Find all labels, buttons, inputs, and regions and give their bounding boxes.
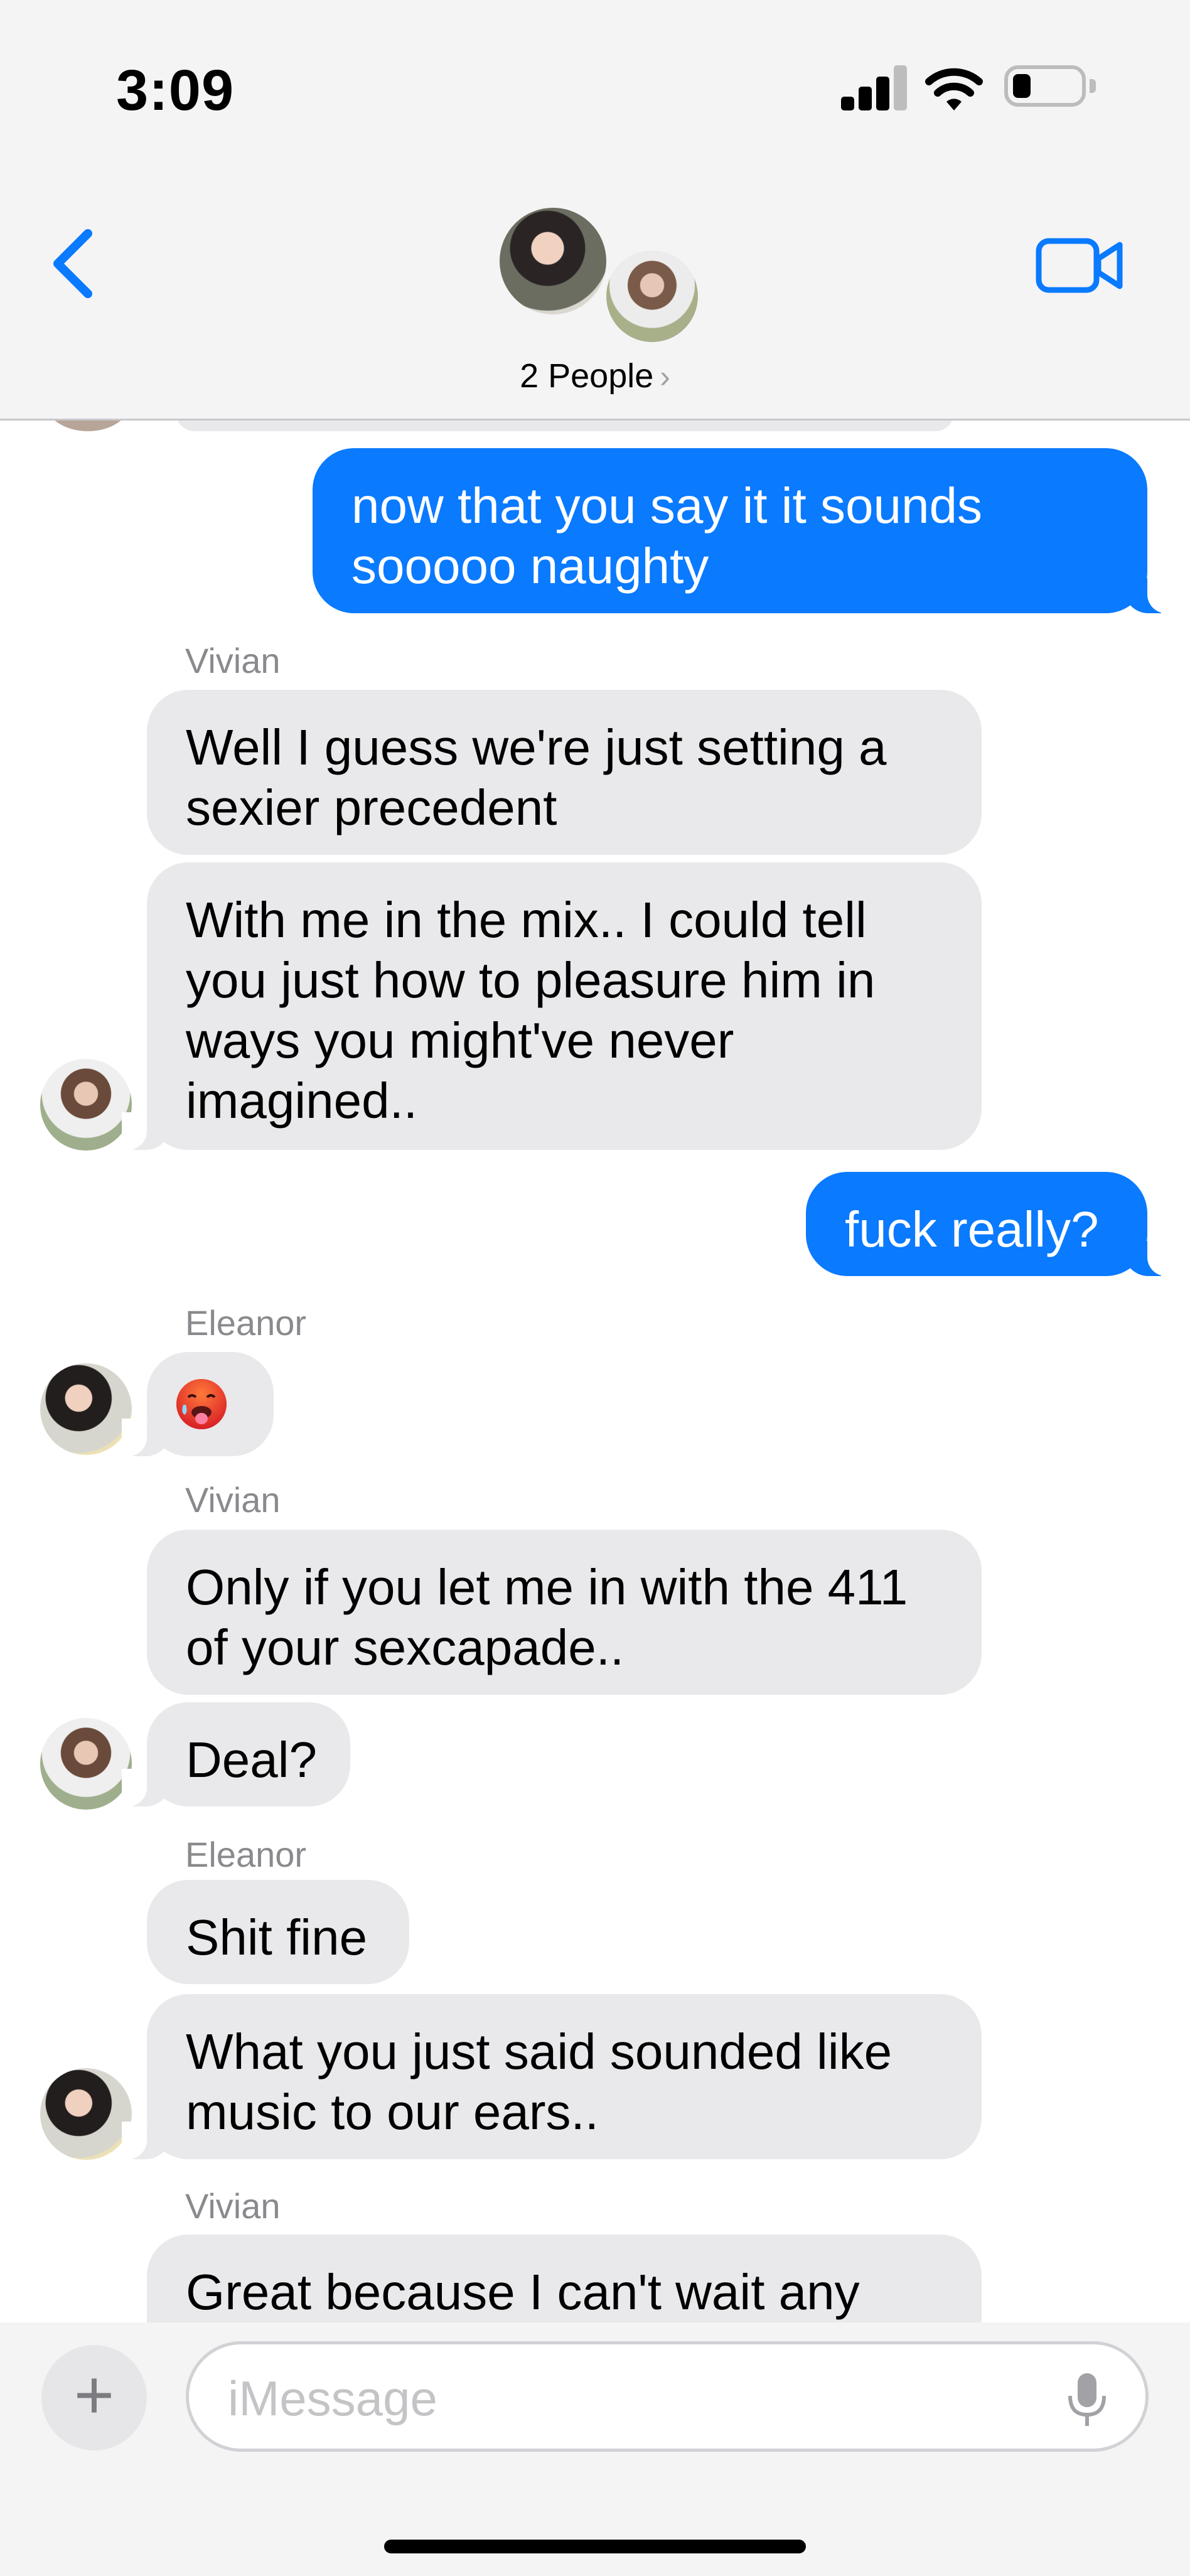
avatar bbox=[44, 419, 132, 431]
hot-face-emoji-icon bbox=[176, 1379, 227, 1429]
status-time: 3:09 bbox=[116, 58, 235, 122]
chevron-right-icon: › bbox=[660, 359, 670, 394]
message-bubble-partial bbox=[176, 419, 954, 431]
home-indicator bbox=[384, 2540, 806, 2553]
wifi-icon bbox=[925, 68, 983, 110]
conversation-header: 3:09 2 People › bbox=[0, 0, 1190, 421]
facetime-video-icon[interactable] bbox=[1036, 237, 1123, 294]
sender-name: Eleanor bbox=[185, 1303, 307, 1343]
back-chevron-icon[interactable] bbox=[44, 226, 100, 301]
incoming-message[interactable]: Deal? bbox=[122, 1702, 350, 1806]
cellular-signal-icon bbox=[841, 65, 907, 110]
avatar-vivian bbox=[40, 1059, 132, 1151]
imessage-field[interactable] bbox=[186, 2341, 1149, 2452]
incoming-message[interactable]: Great because I can't wait any bbox=[147, 2235, 982, 2322]
composer-bar: + bbox=[0, 2322, 1190, 2576]
people-count-button[interactable]: 2 People › bbox=[0, 357, 1190, 395]
incoming-message[interactable]: Only if you let me in with the 411 of yo… bbox=[147, 1530, 982, 1695]
avatar-eleanor bbox=[40, 1363, 132, 1455]
message-list[interactable]: now that you say it it sounds sooooo nau… bbox=[0, 419, 1190, 2322]
outgoing-message[interactable]: now that you say it it sounds sooooo nau… bbox=[313, 448, 1172, 613]
avatar-eleanor bbox=[40, 2068, 132, 2160]
avatar-vivian bbox=[603, 247, 702, 346]
sender-name: Vivian bbox=[185, 2186, 281, 2226]
sender-name: Vivian bbox=[185, 641, 281, 680]
microphone-icon[interactable] bbox=[1065, 2371, 1109, 2428]
avatar-eleanor bbox=[496, 204, 610, 318]
people-count-label: 2 People bbox=[520, 357, 654, 395]
incoming-message-emoji[interactable] bbox=[122, 1352, 274, 1456]
group-avatars[interactable] bbox=[496, 204, 703, 348]
incoming-message[interactable]: Well I guess we're just setting a sexier… bbox=[147, 690, 982, 855]
sender-name: Eleanor bbox=[185, 1835, 307, 1874]
incoming-message[interactable]: With me in the mix.. I could tell you ju… bbox=[122, 862, 982, 1150]
avatar-vivian bbox=[40, 1718, 132, 1810]
outgoing-message[interactable]: fuck really? bbox=[806, 1172, 1172, 1276]
sender-name: Vivian bbox=[185, 1480, 281, 1520]
incoming-message[interactable]: Shit fine bbox=[147, 1880, 409, 1984]
message-input[interactable] bbox=[227, 2363, 1032, 2434]
incoming-message[interactable]: What you just said sounded like music to… bbox=[122, 1994, 982, 2159]
plus-button[interactable]: + bbox=[41, 2345, 147, 2450]
battery-icon bbox=[1004, 65, 1096, 107]
